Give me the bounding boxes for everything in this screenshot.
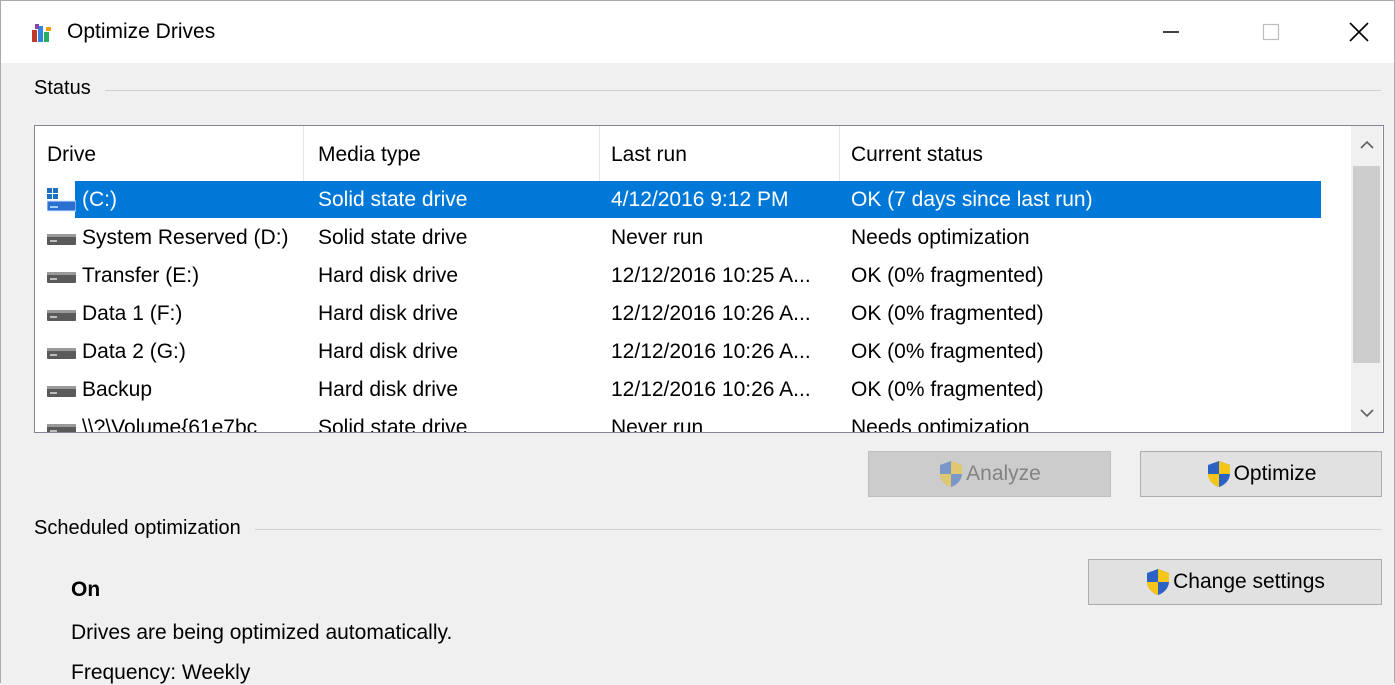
last-run: 12/12/2016 10:26 A...	[611, 302, 811, 325]
optimize-label: Optimize	[1233, 462, 1317, 485]
media-type: Solid state drive	[318, 416, 468, 433]
schedule-description: Drives are being optimized automatically…	[71, 621, 453, 644]
last-run: 4/12/2016 9:12 PM	[611, 188, 789, 211]
close-icon	[1349, 22, 1369, 42]
last-run: Never run	[611, 416, 704, 433]
drive-name: Backup	[82, 378, 153, 401]
title-bar[interactable]: Optimize Drives	[1, 1, 1394, 63]
drive-icon	[47, 310, 76, 321]
media-type: Hard disk drive	[318, 340, 459, 363]
change-settings-label: Change settings	[1173, 570, 1325, 593]
defrag-app-icon	[32, 24, 51, 42]
system-drive-icon	[47, 188, 76, 212]
chevron-up-icon	[1359, 140, 1374, 149]
drive-name: System Reserved (D:)	[82, 226, 289, 249]
close-button[interactable]	[1313, 1, 1395, 63]
window-title: Optimize Drives	[67, 20, 216, 43]
drive-name: Data 2 (G:)	[82, 340, 186, 363]
chevron-down-icon	[1359, 409, 1374, 418]
current-status: OK (0% fragmented)	[851, 264, 1044, 287]
optimize-drives-window: Optimize Drives Status Drive Media type …	[0, 0, 1395, 684]
drive-row-g[interactable]: Data 2 (G:) Hard disk drive 12/12/2016 1…	[35, 333, 1321, 371]
column-header-drive[interactable]: Drive	[35, 126, 303, 184]
current-status: OK (0% fragmented)	[851, 378, 1044, 401]
media-type: Hard disk drive	[318, 378, 459, 401]
last-run: 12/12/2016 10:26 A...	[611, 340, 811, 363]
maximize-icon	[1262, 23, 1280, 41]
drive-row-d[interactable]: System Reserved (D:) Solid state drive N…	[35, 219, 1321, 257]
current-status: OK (0% fragmented)	[851, 340, 1044, 363]
uac-shield-icon	[940, 461, 963, 487]
media-type: Solid state drive	[318, 188, 468, 211]
drives-list[interactable]: Drive Media type Last run Current status…	[34, 125, 1384, 433]
last-run: 12/12/2016 10:26 A...	[611, 378, 811, 401]
analyze-button[interactable]: Analyze	[868, 451, 1111, 497]
drive-row-c[interactable]: (C:) Solid state drive 4/12/2016 9:12 PM…	[35, 181, 1321, 219]
minimize-button[interactable]	[1125, 1, 1217, 63]
drive-icon	[47, 424, 76, 432]
change-settings-button[interactable]: Change settings	[1088, 559, 1382, 605]
drive-name: \\?\Volume{61e7bc	[82, 416, 258, 433]
scroll-down-button[interactable]	[1351, 394, 1382, 432]
scheduled-section-label: Scheduled optimization	[34, 517, 255, 540]
maximize-button[interactable]	[1225, 1, 1317, 63]
schedule-state: On	[71, 578, 101, 601]
drive-icon	[47, 234, 76, 245]
last-run: Never run	[611, 226, 704, 249]
vertical-scrollbar[interactable]	[1351, 126, 1382, 432]
drive-icon	[47, 348, 76, 359]
column-header-media-type[interactable]: Media type	[306, 126, 600, 184]
drive-row-e[interactable]: Transfer (E:) Hard disk drive 12/12/2016…	[35, 257, 1321, 295]
media-type: Solid state drive	[318, 226, 468, 249]
schedule-frequency: Frequency: Weekly	[71, 661, 251, 684]
current-status: Needs optimization	[851, 226, 1030, 249]
scroll-up-button[interactable]	[1351, 126, 1382, 164]
drive-icon	[47, 272, 76, 283]
optimize-button[interactable]: Optimize	[1140, 451, 1382, 497]
uac-shield-icon	[1207, 461, 1230, 487]
status-divider	[35, 90, 1381, 91]
drive-row-backup[interactable]: Backup Hard disk drive 12/12/2016 10:26 …	[35, 371, 1321, 409]
drive-row-volume[interactable]: \\?\Volume{61e7bc Solid state drive Neve…	[35, 409, 1321, 433]
column-header-current-status[interactable]: Current status	[839, 126, 1319, 184]
current-status: OK (7 days since last run)	[851, 188, 1093, 211]
column-header-last-run[interactable]: Last run	[599, 126, 839, 184]
drive-name: Transfer (E:)	[82, 264, 200, 287]
media-type: Hard disk drive	[318, 302, 459, 325]
scroll-thumb[interactable]	[1353, 166, 1380, 363]
drive-name: (C:)	[82, 188, 117, 211]
column-divider[interactable]	[303, 126, 304, 184]
current-status: OK (0% fragmented)	[851, 302, 1044, 325]
drive-row-f[interactable]: Data 1 (F:) Hard disk drive 12/12/2016 1…	[35, 295, 1321, 333]
current-status: Needs optimization	[851, 416, 1030, 433]
uac-shield-icon	[1147, 569, 1170, 595]
status-section-label: Status	[34, 77, 105, 100]
minimize-icon	[1163, 31, 1179, 33]
media-type: Hard disk drive	[318, 264, 459, 287]
last-run: 12/12/2016 10:25 A...	[611, 264, 811, 287]
analyze-label: Analyze	[966, 462, 1041, 485]
drive-icon	[47, 386, 76, 397]
drive-name: Data 1 (F:)	[82, 302, 183, 325]
